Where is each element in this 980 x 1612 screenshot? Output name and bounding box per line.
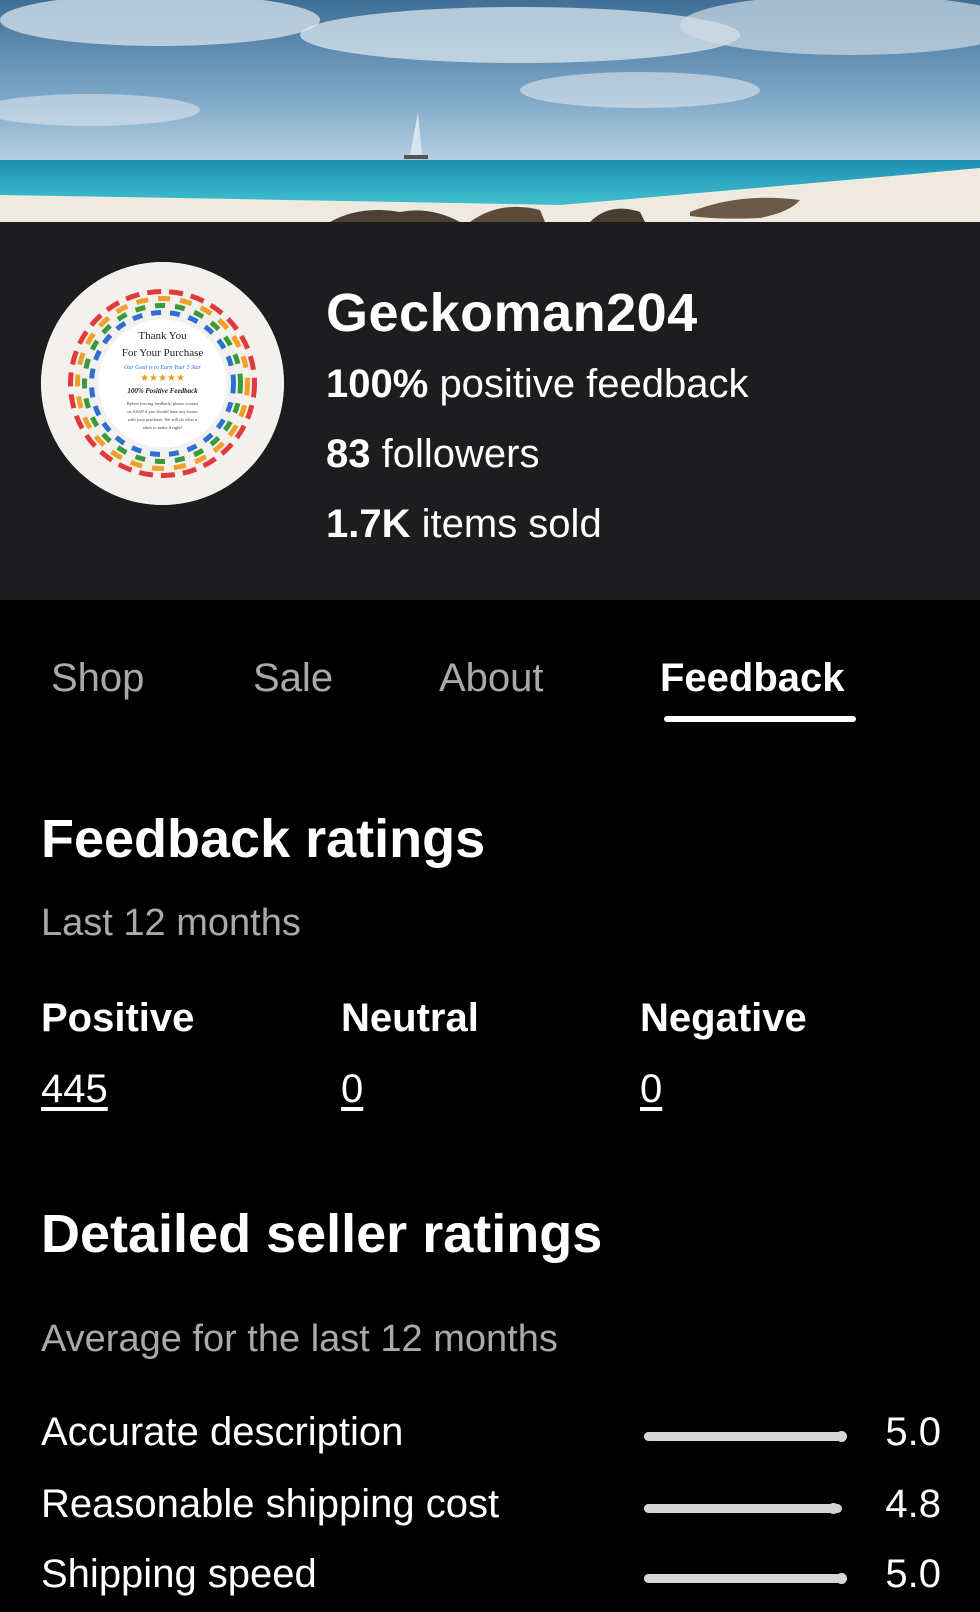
tab-feedback[interactable]: Feedback bbox=[660, 656, 845, 701]
tab-shop[interactable]: Shop bbox=[51, 656, 144, 701]
thank-you-sticker-avatar: Thank You For Your Purchase Our Goal is … bbox=[41, 262, 284, 505]
shop-banner bbox=[0, 0, 980, 222]
active-tab-indicator bbox=[664, 716, 856, 722]
dsr-label: Shipping speed bbox=[41, 1552, 317, 1596]
dsr-row-shipping-speed: Shipping speed 5.0 bbox=[41, 1552, 941, 1612]
negative-count-link[interactable]: 0 bbox=[640, 1067, 807, 1112]
items-sold-value: 1.7K bbox=[326, 502, 411, 546]
beach-banner-image bbox=[0, 0, 980, 222]
dsr-value: 5.0 bbox=[885, 1410, 941, 1454]
dsr-bar-knob bbox=[836, 1431, 847, 1442]
seller-tabs: Shop Sale About Feedback bbox=[0, 600, 980, 730]
seller-profile-header: Thank You For Your Purchase Our Goal is … bbox=[0, 222, 980, 600]
avatar-line-4: 100% Positive Feedback bbox=[127, 387, 198, 395]
positive-label: Positive bbox=[41, 996, 195, 1040]
followers-label: followers bbox=[381, 432, 540, 476]
dsr-value: 4.8 bbox=[885, 1482, 941, 1526]
feedback-ratings-period: Last 12 months bbox=[41, 902, 301, 944]
dsr-value: 5.0 bbox=[885, 1552, 941, 1596]
neutral-rating: Neutral 0 bbox=[341, 996, 479, 1112]
items-sold-label: items sold bbox=[421, 502, 602, 546]
positive-feedback-stat: 100% positive feedback bbox=[326, 362, 749, 407]
dsr-bar-fill bbox=[644, 1574, 842, 1583]
dsr-row-shipping-cost: Reasonable shipping cost 4.8 bbox=[41, 1482, 941, 1542]
followers-value: 83 bbox=[326, 432, 371, 476]
dsr-bar-fill bbox=[644, 1504, 835, 1513]
negative-label: Negative bbox=[640, 996, 807, 1040]
positive-rating: Positive 445 bbox=[41, 996, 194, 1112]
positive-feedback-value: 100% bbox=[326, 362, 429, 406]
dsr-row-accurate-description: Accurate description 5.0 bbox=[41, 1410, 941, 1470]
dsr-bar bbox=[644, 1573, 847, 1584]
seller-name: Geckoman204 bbox=[326, 283, 698, 343]
seller-avatar[interactable]: Thank You For Your Purchase Our Goal is … bbox=[41, 262, 284, 505]
positive-count-link[interactable]: 445 bbox=[41, 1067, 194, 1112]
avatar-line-1: Thank You bbox=[138, 330, 187, 342]
followers-stat: 83 followers bbox=[326, 432, 539, 477]
dsr-bar-knob bbox=[828, 1503, 840, 1514]
avatar-line-6: us ASAP if you should have any issues bbox=[127, 409, 197, 414]
detailed-ratings-title: Detailed seller ratings bbox=[41, 1204, 603, 1264]
dsr-bar-fill bbox=[644, 1432, 842, 1441]
avatar-line-3: Our Goal is to Earn Your 5 Star bbox=[124, 365, 202, 371]
detailed-ratings-period: Average for the last 12 months bbox=[41, 1318, 558, 1360]
tab-sale[interactable]: Sale bbox=[253, 656, 333, 701]
items-sold-stat: 1.7K items sold bbox=[326, 502, 602, 547]
dsr-label: Reasonable shipping cost bbox=[41, 1482, 500, 1526]
avatar-line-8: takes to make it right! bbox=[143, 425, 183, 430]
avatar-line-7: with your purchase. We will do what it bbox=[128, 417, 199, 422]
positive-feedback-label: positive feedback bbox=[439, 362, 749, 406]
avatar-line-2: For Your Purchase bbox=[122, 347, 204, 359]
dsr-bar-knob bbox=[836, 1573, 847, 1584]
negative-rating: Negative 0 bbox=[640, 996, 807, 1112]
tab-about[interactable]: About bbox=[439, 656, 544, 701]
neutral-count-link[interactable]: 0 bbox=[341, 1067, 479, 1112]
dsr-bar bbox=[644, 1503, 842, 1514]
dsr-bar bbox=[644, 1431, 847, 1442]
neutral-label: Neutral bbox=[341, 996, 479, 1040]
feedback-ratings-title: Feedback ratings bbox=[41, 809, 486, 869]
dsr-label: Accurate description bbox=[41, 1410, 404, 1454]
avatar-stars: ★★★★★ bbox=[140, 373, 185, 384]
